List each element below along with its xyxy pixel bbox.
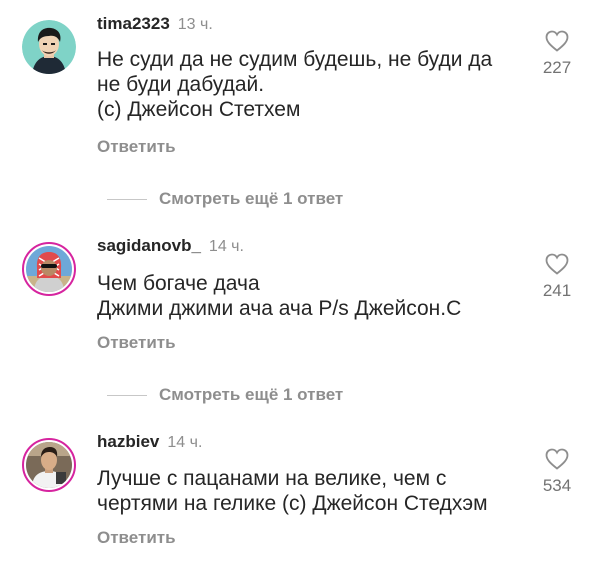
username-text[interactable]: hazbiev <box>97 432 159 451</box>
reply-button[interactable]: Ответить <box>97 137 176 157</box>
comment-line: Не суди да не судим будешь, не буди да <box>97 48 493 71</box>
username-text[interactable]: tima2323 <box>97 14 170 33</box>
heart-outline-icon[interactable] <box>545 30 569 52</box>
avatar-illustration-icon <box>22 20 76 74</box>
username-text[interactable]: sagidanovb_ <box>97 236 201 255</box>
comment-line: Джими джими ача ача P/s Джейсон.С <box>97 297 462 320</box>
avatar[interactable] <box>22 242 76 296</box>
divider <box>107 395 147 396</box>
view-more-label[interactable]: Смотреть ещё 1 ответ <box>159 189 343 209</box>
view-more-label[interactable]: Смотреть ещё 1 ответ <box>159 385 343 405</box>
reply-button[interactable]: Ответить <box>97 333 176 353</box>
like-button[interactable]: 227 <box>537 30 577 78</box>
reply-button[interactable]: Ответить <box>97 528 176 548</box>
timestamp: 13 ч. <box>177 16 213 33</box>
heart-outline-icon[interactable] <box>545 253 569 275</box>
comment-line: (с) Джейсон Стетхем <box>97 98 301 121</box>
like-count: 227 <box>542 58 572 77</box>
view-more-replies[interactable]: Смотреть ещё 1 ответ <box>97 189 517 209</box>
username[interactable]: hazbiev 14 ч. <box>97 432 202 452</box>
timestamp: 14 ч. <box>208 238 244 255</box>
avatar[interactable] <box>22 20 76 74</box>
like-button[interactable]: 241 <box>537 253 577 301</box>
avatar-photo-icon <box>26 246 72 292</box>
timestamp: 14 ч. <box>167 434 203 451</box>
comment-text: Чем богаче дача Джими джими ача ача P/s … <box>97 271 527 321</box>
comment-line: не буди дабудай. <box>97 73 265 96</box>
comment-line: Чем богаче дача <box>97 272 260 295</box>
username[interactable]: sagidanovb_ 14 ч. <box>97 236 244 256</box>
view-more-replies[interactable]: Смотреть ещё 1 ответ <box>97 385 517 405</box>
comment-text: Лучше с пацанами на велике, чем с чертям… <box>97 466 527 516</box>
like-button[interactable]: 534 <box>537 448 577 496</box>
comment-line: чертями на гелике (с) Джейсон Стедхэм <box>97 492 488 515</box>
username[interactable]: tima2323 13 ч. <box>97 14 213 34</box>
heart-outline-icon[interactable] <box>545 448 569 470</box>
avatar-photo-icon <box>26 442 72 488</box>
divider <box>107 199 147 200</box>
comment-line: Лучше с пацанами на велике, чем с <box>97 467 447 490</box>
like-count: 241 <box>542 281 572 300</box>
avatar[interactable] <box>22 438 76 492</box>
like-count: 534 <box>542 476 572 495</box>
comment-text: Не суди да не судим будешь, не буди да н… <box>97 47 527 122</box>
